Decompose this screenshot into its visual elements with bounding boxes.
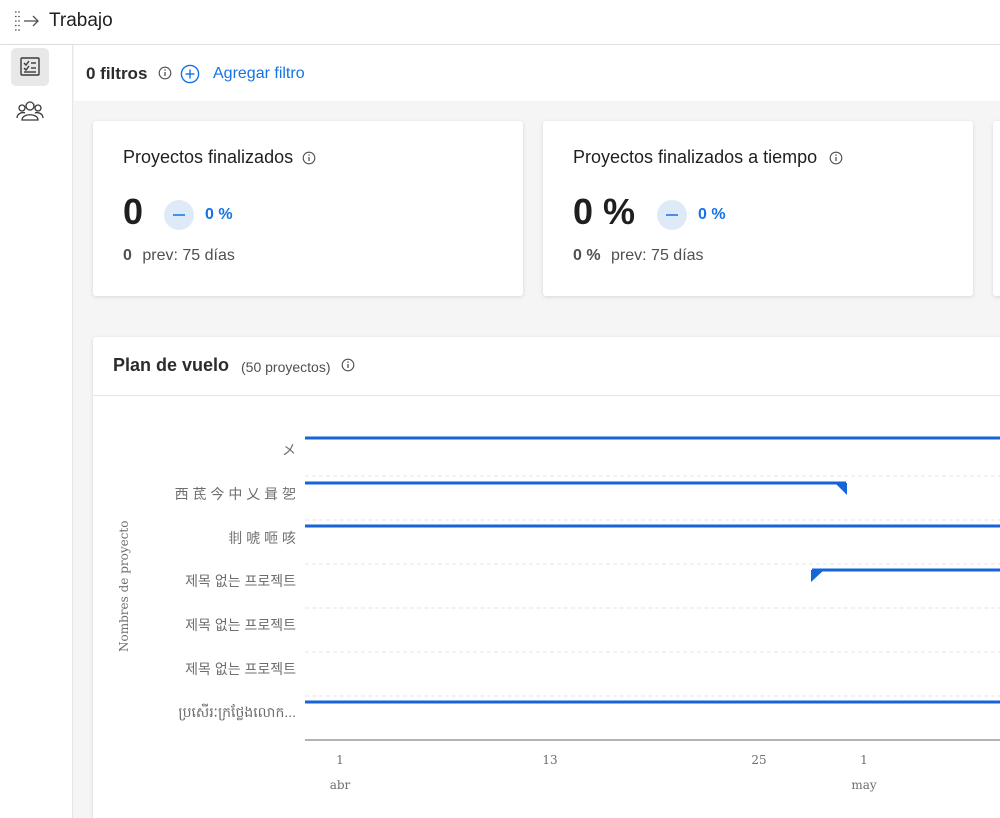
x-month-label: abr [329,778,351,792]
project-end-marker [835,483,847,495]
flight-plan-chart [305,436,1000,741]
project-start-marker [811,570,824,582]
x-month-label: may [851,778,877,792]
x-tick-label: 25 [751,753,767,767]
x-tick-label: 1 [860,753,868,767]
x-tick-label: 1 [336,753,344,767]
x-tick-label: 13 [542,753,558,767]
